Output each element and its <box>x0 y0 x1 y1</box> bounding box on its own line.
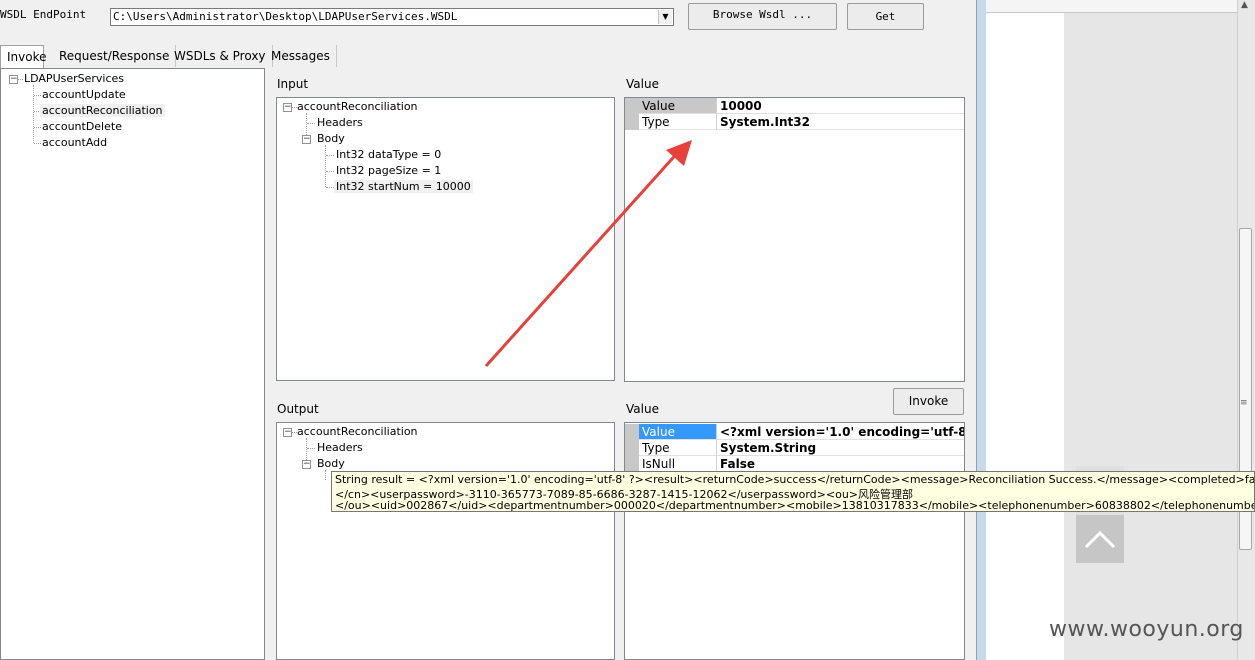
chevron-down-icon[interactable]: ▼ <box>658 10 672 24</box>
param-datatype[interactable]: Int32 dataType = 0 <box>336 148 441 161</box>
tooltip-line: String result = <?xml version='1.0' enco… <box>335 473 1255 486</box>
service-tree[interactable]: − LDAPUserServices accountUpdate account… <box>0 68 265 660</box>
tree-line <box>307 123 315 124</box>
get-button[interactable]: Get <box>847 3 924 30</box>
property-value[interactable]: 10000 <box>716 98 964 114</box>
output-body[interactable]: Body <box>317 457 345 470</box>
collapse-icon[interactable]: − <box>302 135 311 144</box>
input-caption: Input <box>277 77 309 91</box>
tree-root[interactable]: LDAPUserServices <box>24 72 124 85</box>
tooltip-line: </ou><uid>002867</uid><departmentnumber>… <box>335 499 1254 512</box>
output-caption: Output <box>277 402 319 416</box>
tree-item-account-reconciliation[interactable]: accountReconciliation <box>40 104 165 117</box>
chevron-up-icon <box>1084 530 1116 549</box>
row-gutter <box>625 456 639 472</box>
output-value-caption: Value <box>626 402 659 416</box>
tree-item-account-add[interactable]: accountAdd <box>42 136 107 149</box>
tree-line <box>307 448 315 449</box>
property-row-type[interactable]: Type System.String <box>625 440 964 456</box>
window-border <box>976 0 986 660</box>
tree-line <box>325 470 326 480</box>
browser-top-strip <box>986 0 1255 13</box>
output-property-grid[interactable]: Value <?xml version='1.0' encoding='utf-… <box>624 422 965 660</box>
tree-line <box>326 187 334 188</box>
property-row-isnull[interactable]: IsNull False <box>625 456 964 472</box>
row-gutter <box>625 440 639 456</box>
property-row-type[interactable]: Type System.Int32 <box>625 114 964 130</box>
property-name: Value <box>639 424 716 440</box>
page-background <box>986 13 1064 660</box>
result-tooltip: String result = <?xml version='1.0' enco… <box>331 471 1255 512</box>
tree-line <box>34 95 41 96</box>
invoke-button[interactable]: Invoke <box>893 388 964 415</box>
output-headers[interactable]: Headers <box>317 441 363 454</box>
property-name: Type <box>639 114 716 130</box>
back-to-top-icon[interactable] <box>1076 515 1124 563</box>
tree-line <box>34 143 41 144</box>
input-headers[interactable]: Headers <box>317 116 363 129</box>
property-row-value[interactable]: Value 10000 <box>625 98 964 114</box>
param-pagesize[interactable]: Int32 pageSize = 1 <box>336 164 441 177</box>
property-name: Type <box>639 440 716 456</box>
tree-line <box>326 155 334 156</box>
endpoint-value: C:\Users\Administrator\Desktop\LDAPUserS… <box>113 10 458 23</box>
property-value[interactable]: System.Int32 <box>716 114 964 130</box>
property-value[interactable]: System.String <box>716 440 964 456</box>
property-name: IsNull <box>639 456 716 472</box>
tab-messages[interactable]: Messages <box>265 45 337 67</box>
browse-wsdl-button[interactable]: Browse Wsdl ... <box>688 3 837 30</box>
input-value-caption: Value <box>626 77 659 91</box>
output-tree[interactable]: − accountReconciliation Headers − Body <box>276 422 615 660</box>
collapse-icon[interactable]: − <box>9 75 18 84</box>
scroll-up-icon[interactable]: ▲ <box>1241 0 1248 10</box>
tab-invoke[interactable]: Invoke <box>0 45 47 68</box>
collapse-icon[interactable]: − <box>302 460 311 469</box>
arrow-annotation <box>484 140 692 368</box>
tree-item-account-delete[interactable]: accountDelete <box>42 120 122 133</box>
param-startnum[interactable]: Int32 startNum = 10000 <box>334 180 473 193</box>
row-gutter <box>625 98 639 114</box>
tree-line <box>325 145 326 187</box>
row-gutter <box>625 424 639 440</box>
property-value[interactable]: <?xml version='1.0' encoding='utf-8' ?><… <box>716 424 964 440</box>
input-body[interactable]: Body <box>317 132 345 145</box>
property-value[interactable]: False <box>716 456 964 472</box>
collapse-icon[interactable]: − <box>283 428 292 437</box>
row-gutter <box>625 114 639 130</box>
tree-line <box>33 85 34 143</box>
output-root[interactable]: accountReconciliation <box>297 425 418 438</box>
tree-item-account-update[interactable]: accountUpdate <box>42 88 126 101</box>
input-root[interactable]: accountReconciliation <box>297 100 418 113</box>
endpoint-label: WSDL EndPoint <box>0 8 87 21</box>
tree-line <box>18 79 23 80</box>
property-row-value[interactable]: Value <?xml version='1.0' encoding='utf-… <box>625 424 964 440</box>
tab-request-response[interactable]: Request/Response <box>53 45 177 67</box>
endpoint-combo[interactable]: C:\Users\Administrator\Desktop\LDAPUserS… <box>110 8 674 26</box>
tree-line <box>34 127 41 128</box>
tree-line <box>326 171 334 172</box>
watermark: www.wooyun.org <box>1049 617 1244 642</box>
tab-wsdls-proxy[interactable]: WSDLs & Proxy <box>168 45 273 67</box>
collapse-icon[interactable]: − <box>283 103 292 112</box>
property-name: Value <box>639 98 716 114</box>
scroll-grip-icon: ≡ <box>1240 398 1248 408</box>
